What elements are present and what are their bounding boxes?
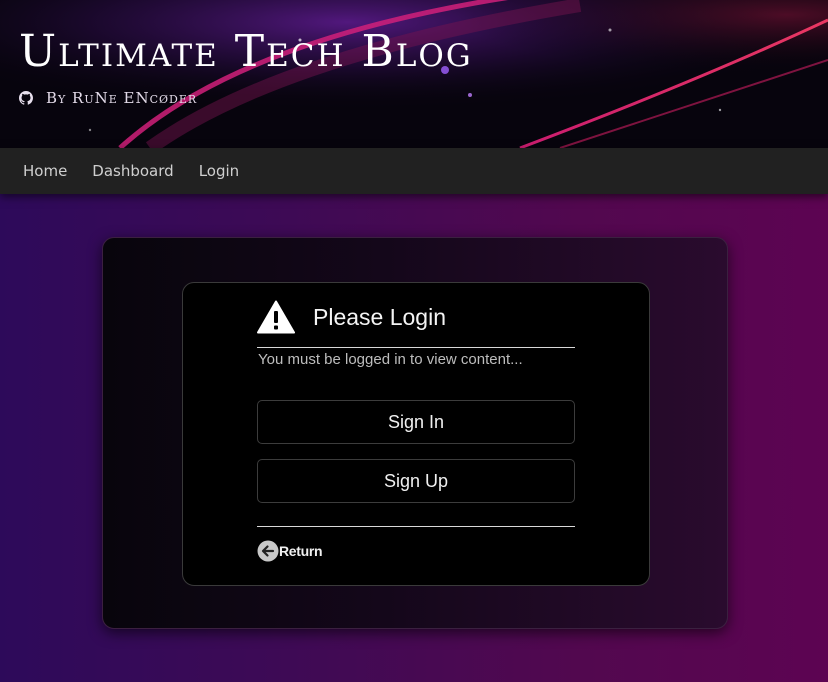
return-label: Return (279, 543, 323, 559)
nav-dashboard-link[interactable]: Dashboard (92, 162, 173, 180)
warning-triangle-icon (257, 300, 295, 334)
header-divider (257, 347, 575, 348)
login-required-card: Please Login You must be logged in to vi… (182, 282, 650, 586)
card-header: Please Login (257, 299, 575, 335)
content-panel: Please Login You must be logged in to vi… (102, 237, 728, 629)
site-title: Ultimate Tech Blog (19, 26, 473, 77)
byline-text: By RuNe ENcøder (46, 89, 198, 107)
nav-login-link[interactable]: Login (199, 162, 239, 180)
author-byline: By RuNe ENcøder (19, 89, 197, 107)
card-heading: Please Login (313, 303, 446, 330)
github-icon[interactable] (19, 91, 34, 105)
login-required-message: You must be logged in to view content... (258, 351, 523, 368)
sign-in-button[interactable]: Sign In (257, 400, 575, 444)
footer-divider (257, 526, 575, 527)
sign-up-button[interactable]: Sign Up (257, 459, 575, 503)
main-navbar: Home Dashboard Login (0, 148, 828, 194)
arrow-left-circle-icon (257, 540, 279, 562)
site-banner: Ultimate Tech Blog By RuNe ENcøder (0, 0, 828, 148)
nav-home-link[interactable]: Home (23, 162, 67, 180)
return-link[interactable]: Return (257, 540, 323, 562)
